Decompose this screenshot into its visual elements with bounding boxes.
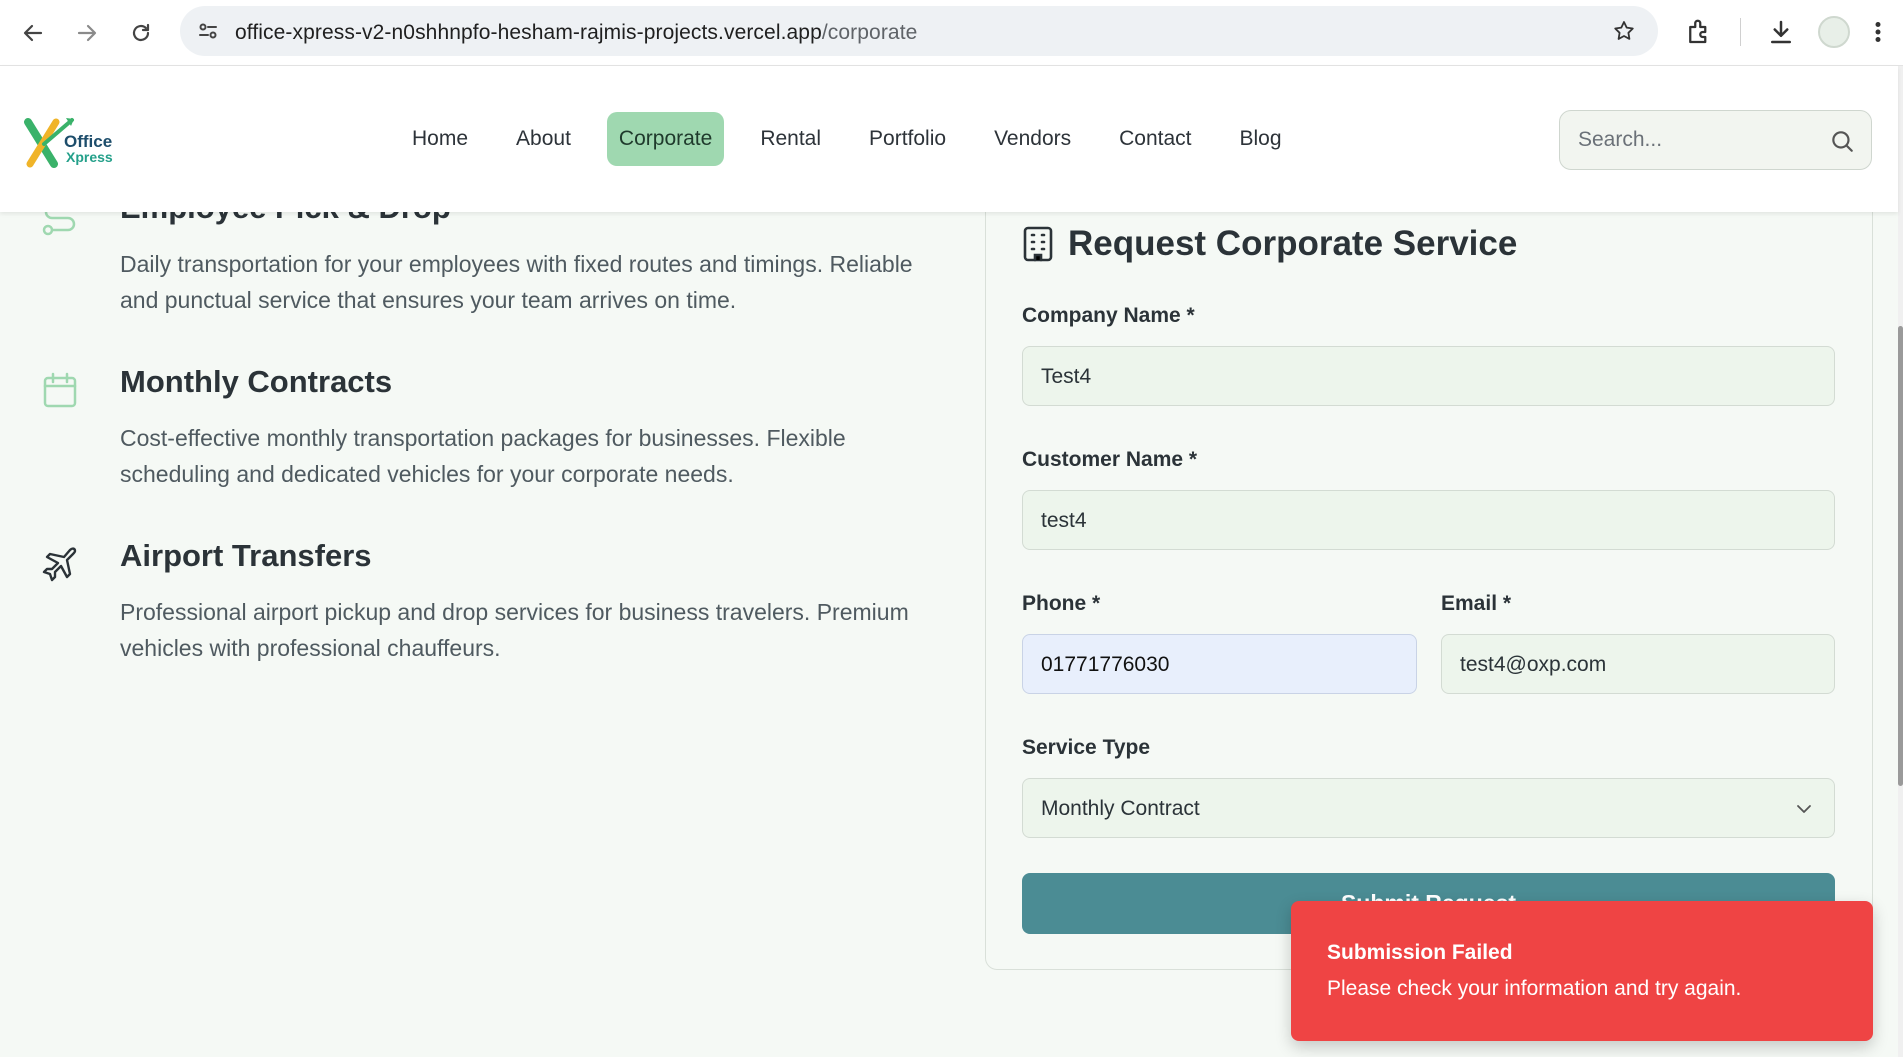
toolbar-separator (1740, 18, 1741, 46)
url-host: office-xpress-v2-n0shhnpfo-hesham-rajmis… (235, 21, 822, 44)
page-scrollbar[interactable] (1898, 66, 1903, 1057)
toast-message: Please check your information and try ag… (1327, 977, 1742, 1000)
form-heading: Request Corporate Service (1022, 224, 1517, 264)
error-toast[interactable]: Submission Failed Please check your info… (1291, 901, 1873, 1041)
bookmark-star-icon[interactable] (1612, 19, 1636, 43)
nav-home[interactable]: Home (400, 112, 480, 166)
nav-about[interactable]: About (504, 112, 583, 166)
url-path: /corporate (821, 21, 918, 44)
company-name-label: Company Name * (1022, 304, 1195, 327)
arrow-left-icon (23, 24, 43, 42)
nav-blog[interactable]: Blog (1228, 112, 1294, 166)
phone-field (1022, 634, 1417, 694)
phone-label: Phone * (1022, 592, 1101, 615)
building-icon (1023, 226, 1053, 262)
calendar-icon (43, 372, 77, 408)
nav-contact[interactable]: Contact (1107, 112, 1203, 166)
phone-input[interactable] (1041, 651, 1395, 679)
scrollbar-thumb[interactable] (1898, 326, 1903, 786)
request-form-card (985, 150, 1873, 970)
service-description: Daily transportation for your employees … (120, 251, 913, 313)
more-menu-icon[interactable] (1870, 17, 1886, 47)
company-name-input[interactable] (1041, 363, 1771, 391)
service-type-label: Service Type (1022, 736, 1151, 759)
main-nav: Home About Corporate Rental Portfolio Ve… (388, 112, 1306, 166)
search-input[interactable] (1578, 125, 1818, 155)
customer-name-field (1022, 490, 1835, 550)
search-box (1559, 110, 1872, 170)
profile-avatar[interactable] (1818, 16, 1850, 48)
site-header: Office Xpress Home About Corporate Renta… (0, 66, 1898, 212)
address-bar[interactable]: office-xpress-v2-n0shhnpfo-hesham-rajmis… (180, 6, 1658, 56)
office-xpress-logo[interactable]: Office Xpress (24, 114, 124, 174)
url-text: office-xpress-v2-n0shhnpfo-hesham-rajmis… (235, 21, 917, 45)
toast-title: Submission Failed (1327, 941, 1513, 964)
chevron-down-icon (1797, 805, 1811, 813)
email-field (1441, 634, 1835, 694)
service-title: Monthly Contracts (120, 364, 393, 399)
forward-button[interactable] (68, 14, 106, 52)
service-description: Professional airport pickup and drop ser… (120, 599, 909, 661)
service-description: Cost-effective monthly transportation pa… (120, 425, 846, 487)
download-icon[interactable] (1766, 17, 1796, 47)
plane-icon (42, 547, 77, 582)
customer-name-label: Customer Name * (1022, 448, 1198, 471)
nav-vendors[interactable]: Vendors (982, 112, 1083, 166)
nav-portfolio[interactable]: Portfolio (857, 112, 958, 166)
customer-name-input[interactable] (1041, 507, 1771, 535)
reload-button[interactable] (122, 14, 160, 52)
extensions-icon[interactable] (1684, 17, 1714, 47)
browser-toolbar: office-xpress-v2-n0shhnpfo-hesham-rajmis… (0, 0, 1903, 66)
nav-corporate[interactable]: Corporate (606, 112, 725, 166)
arrow-right-icon (77, 24, 97, 42)
reload-icon (132, 23, 150, 42)
company-name-field (1022, 346, 1835, 406)
email-input[interactable] (1460, 651, 1813, 679)
logo-text-xpress: Xpress (66, 149, 113, 165)
email-label: Email * (1441, 592, 1512, 615)
service-title: Airport Transfers (120, 538, 372, 573)
nav-rental[interactable]: Rental (748, 112, 833, 166)
service-type-value[interactable] (1041, 795, 1771, 823)
site-info-icon[interactable] (196, 19, 220, 43)
form-title: Request Corporate Service (1068, 224, 1518, 263)
search-icon[interactable] (1829, 128, 1855, 154)
back-button[interactable] (14, 14, 52, 52)
service-type-select[interactable] (1022, 778, 1835, 838)
